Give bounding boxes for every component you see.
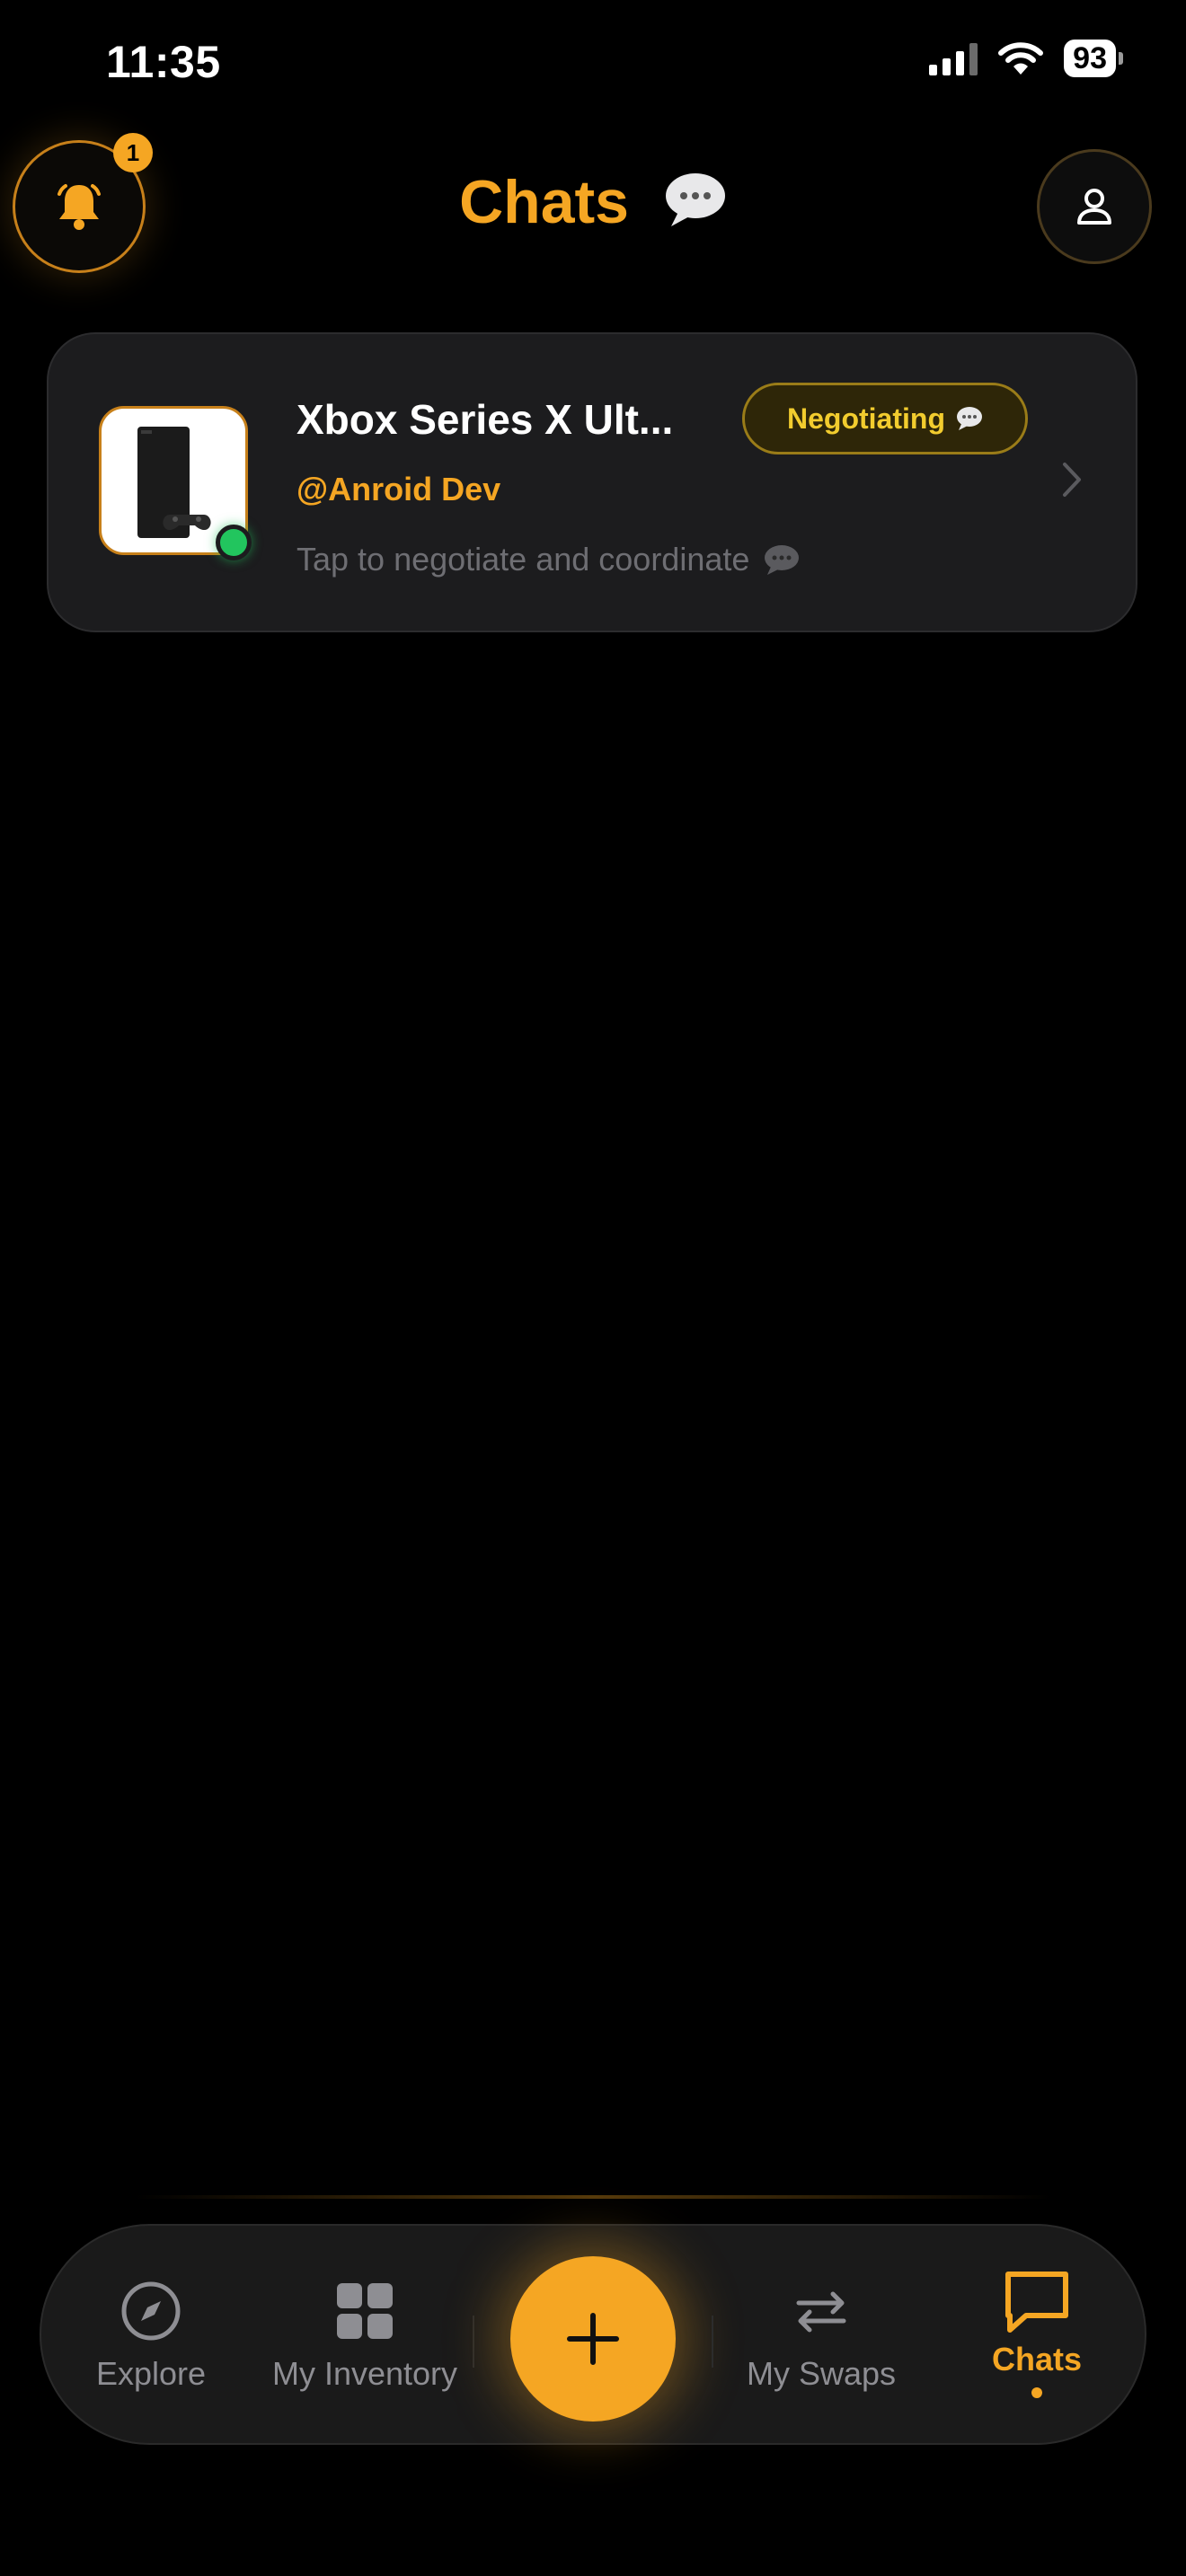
cellular-signal-icon: [929, 41, 978, 75]
page-title: Chats: [0, 167, 1186, 243]
chat-bubble-icon: [1005, 2272, 1068, 2333]
swap-arrows-icon: [796, 2291, 846, 2333]
speech-bubble-icon: [956, 407, 982, 430]
nav-my-swaps[interactable]: My Swaps: [731, 2280, 911, 2393]
page-title-text: Chats: [459, 168, 630, 236]
add-item-button[interactable]: [510, 2256, 676, 2422]
nav-chats[interactable]: Chats: [947, 2269, 1127, 2398]
wifi-icon: [998, 42, 1044, 75]
active-tab-indicator: [1031, 2387, 1042, 2398]
chat-username: @Anroid Dev: [296, 471, 501, 507]
battery-indicator: 93: [1064, 40, 1123, 77]
chat-title: Xbox Series X Ult...: [296, 396, 674, 443]
grid-icon: [337, 2283, 393, 2339]
plus-icon: [567, 2313, 619, 2365]
status-icons: 93: [929, 40, 1123, 77]
status-badge: Negotiating: [742, 383, 1028, 454]
nav-chats-label: Chats: [991, 2341, 1083, 2378]
nav-my-inventory[interactable]: My Inventory: [271, 2280, 458, 2393]
status-badge-label: Negotiating: [787, 401, 945, 435]
nav-my-inventory-label: My Inventory: [271, 2355, 458, 2392]
chevron-right-icon: [1063, 463, 1081, 497]
nav-explore-label: Explore: [95, 2355, 207, 2392]
nav-explore[interactable]: Explore: [61, 2280, 241, 2393]
chat-list-item[interactable]: Xbox Series X Ult... Negotiating @Anroid…: [47, 332, 1137, 632]
online-status-dot: [216, 525, 252, 560]
nav-glow-line: [135, 2195, 1051, 2199]
speech-bubble-icon: [765, 545, 800, 575]
speech-bubble-icon: [664, 171, 727, 243]
battery-level: 93: [1064, 40, 1116, 77]
chat-preview: Tap to negotiate and coordinate: [296, 541, 800, 578]
status-time: 11:35: [106, 37, 221, 87]
bottom-navigation: Explore My Inventory My Swaps Chats: [40, 2224, 1146, 2445]
profile-button[interactable]: [1037, 149, 1152, 264]
nav-my-swaps-label: My Swaps: [746, 2355, 897, 2392]
chat-preview-text: Tap to negotiate and coordinate: [296, 541, 750, 578]
user-icon: [1077, 189, 1111, 225]
compass-icon: [121, 2281, 181, 2341]
